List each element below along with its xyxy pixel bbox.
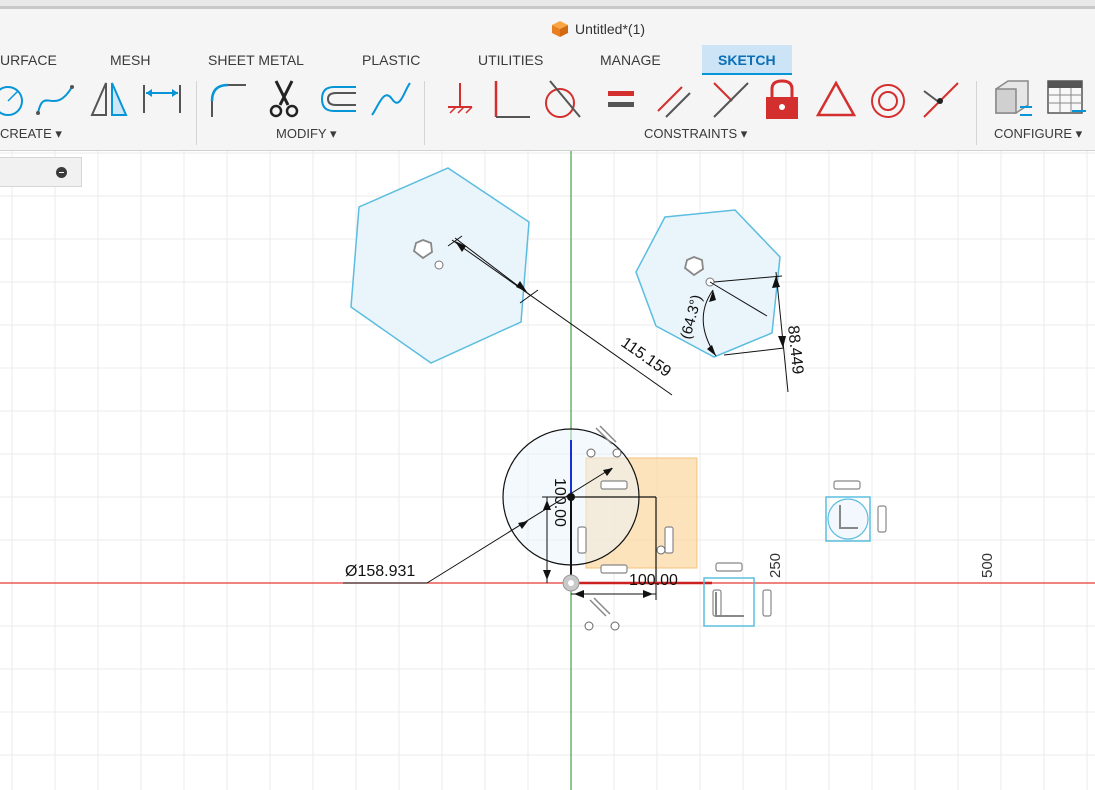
vertical-dimension-text: 100.00: [551, 478, 568, 527]
modify-menu[interactable]: MODIFY ▾: [276, 126, 336, 142]
equal-constraint-icon[interactable]: [598, 77, 642, 121]
small-circle-sketch[interactable]: [827, 498, 869, 540]
diameter-dimension-text: Ø158.931: [345, 563, 415, 580]
ribbon-tabs: URFACE MESH SHEET METAL PLASTIC UTILITIE…: [0, 45, 1095, 76]
tab-utilities[interactable]: UTILITIES: [478, 45, 543, 73]
configure-menu-label: CONFIGURE: [994, 126, 1072, 141]
configure-part-icon[interactable]: [990, 77, 1034, 121]
mirror-tool-icon[interactable]: [88, 77, 132, 121]
document-cube-icon: [552, 21, 568, 37]
separator: [424, 81, 425, 145]
modify-menu-label: MODIFY: [276, 126, 327, 141]
separator: [976, 81, 977, 145]
title-bar: [0, 9, 1095, 45]
sketch-drawing[interactable]: 250 500 115.159 (64.3°) 88.449 100.00 10…: [0, 151, 1095, 790]
triangle-constraint-icon[interactable]: [814, 77, 858, 121]
tab-surface[interactable]: URFACE: [0, 45, 57, 73]
offset-tool-icon[interactable]: [316, 77, 360, 121]
coincident-constraint-icon[interactable]: [708, 77, 752, 121]
perpendicular-constraint-icon[interactable]: [488, 77, 532, 121]
sketch-toolbar: CREATE ▾ MODIFY ▾ CONSTRAINTS ▾ CONFIGUR…: [0, 75, 1095, 151]
center-point[interactable]: [434, 260, 444, 270]
x-tick-label-250: 250: [767, 553, 784, 578]
extend-tool-icon[interactable]: [368, 77, 412, 121]
create-menu[interactable]: CREATE ▾: [0, 126, 62, 142]
browser-panel-collapsed[interactable]: [0, 157, 82, 187]
create-menu-label: CREATE: [0, 126, 52, 141]
selected-constraint-box[interactable]: [703, 577, 755, 627]
dimension-tool-icon[interactable]: [140, 77, 184, 121]
tab-plastic[interactable]: PLASTIC: [362, 45, 420, 73]
lock-icon[interactable]: [760, 77, 804, 121]
x-tick-label-500: 500: [979, 553, 996, 578]
document-title-text: Untitled*(1): [575, 21, 646, 37]
tab-manage[interactable]: MANAGE: [600, 45, 661, 73]
horizontal-dimension-text: 100.00: [629, 572, 678, 589]
sketch-canvas[interactable]: 250 500 115.159 (64.3°) 88.449 100.00 10…: [0, 151, 1095, 790]
origin-center: [568, 580, 574, 586]
collapse-icon[interactable]: [56, 167, 67, 178]
midpoint-constraint-icon[interactable]: [918, 77, 962, 121]
separator: [196, 81, 197, 145]
fix-constraint-icon[interactable]: [440, 77, 484, 121]
concentric-constraint-icon[interactable]: [866, 77, 910, 121]
top-strip: [0, 0, 1095, 9]
constraints-menu[interactable]: CONSTRAINTS ▾: [644, 126, 747, 142]
trim-scissors-icon[interactable]: [262, 77, 306, 121]
parallel-constraint-icon[interactable]: [652, 77, 696, 121]
fillet-tool-icon[interactable]: [206, 77, 250, 121]
circle-tool-icon[interactable]: [0, 77, 38, 121]
tangent-constraint-icon[interactable]: [540, 77, 584, 121]
spline-tool-icon[interactable]: [34, 77, 78, 121]
tab-sheet-metal[interactable]: SHEET METAL: [208, 45, 304, 73]
distance-dimension-text: 115.159: [618, 334, 674, 380]
horizontal-dimension[interactable]: 100.00: [571, 572, 678, 600]
configure-table-icon[interactable]: [1044, 77, 1088, 121]
tab-mesh[interactable]: MESH: [110, 45, 150, 73]
document-title: Untitled*(1): [551, 18, 645, 40]
configure-menu[interactable]: CONFIGURE ▾: [994, 126, 1082, 142]
constraints-menu-label: CONSTRAINTS: [644, 126, 738, 141]
tab-sketch[interactable]: SKETCH: [702, 45, 792, 76]
